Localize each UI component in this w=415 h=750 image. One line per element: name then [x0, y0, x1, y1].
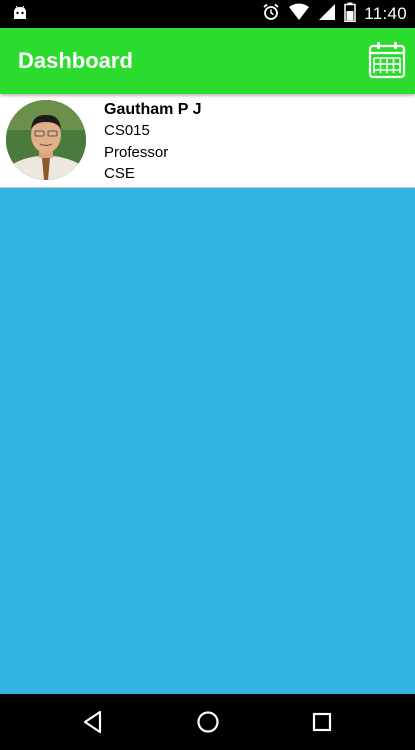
app-bar: Dashboard: [0, 28, 415, 94]
recents-button[interactable]: [309, 709, 335, 735]
back-icon: [83, 710, 102, 734]
calendar-icon: [368, 42, 406, 79]
profile-id: CS015: [104, 122, 150, 139]
calendar-button[interactable]: [367, 40, 407, 80]
home-button[interactable]: [195, 709, 221, 735]
page-title: Dashboard: [18, 48, 133, 73]
android-notification-icon: [12, 5, 28, 26]
profile-card[interactable]: Gautham P J CS015 Professor CSE: [0, 94, 415, 188]
status-time: 11:40: [364, 4, 407, 23]
profile-department: CSE: [104, 165, 135, 182]
recents-icon: [312, 712, 332, 732]
back-button[interactable]: [80, 709, 106, 735]
navigation-bar: [0, 694, 415, 750]
profile-designation: Professor: [104, 143, 169, 161]
alarm-icon: [262, 3, 280, 26]
wifi-icon: [288, 3, 310, 26]
content-area: [0, 188, 415, 694]
profile-name: Gautham P J: [104, 101, 202, 118]
battery-icon: [344, 2, 356, 27]
home-icon: [197, 711, 219, 733]
status-bar: 11:40: [0, 0, 415, 28]
avatar: [6, 100, 86, 180]
signal-icon: [318, 3, 336, 26]
